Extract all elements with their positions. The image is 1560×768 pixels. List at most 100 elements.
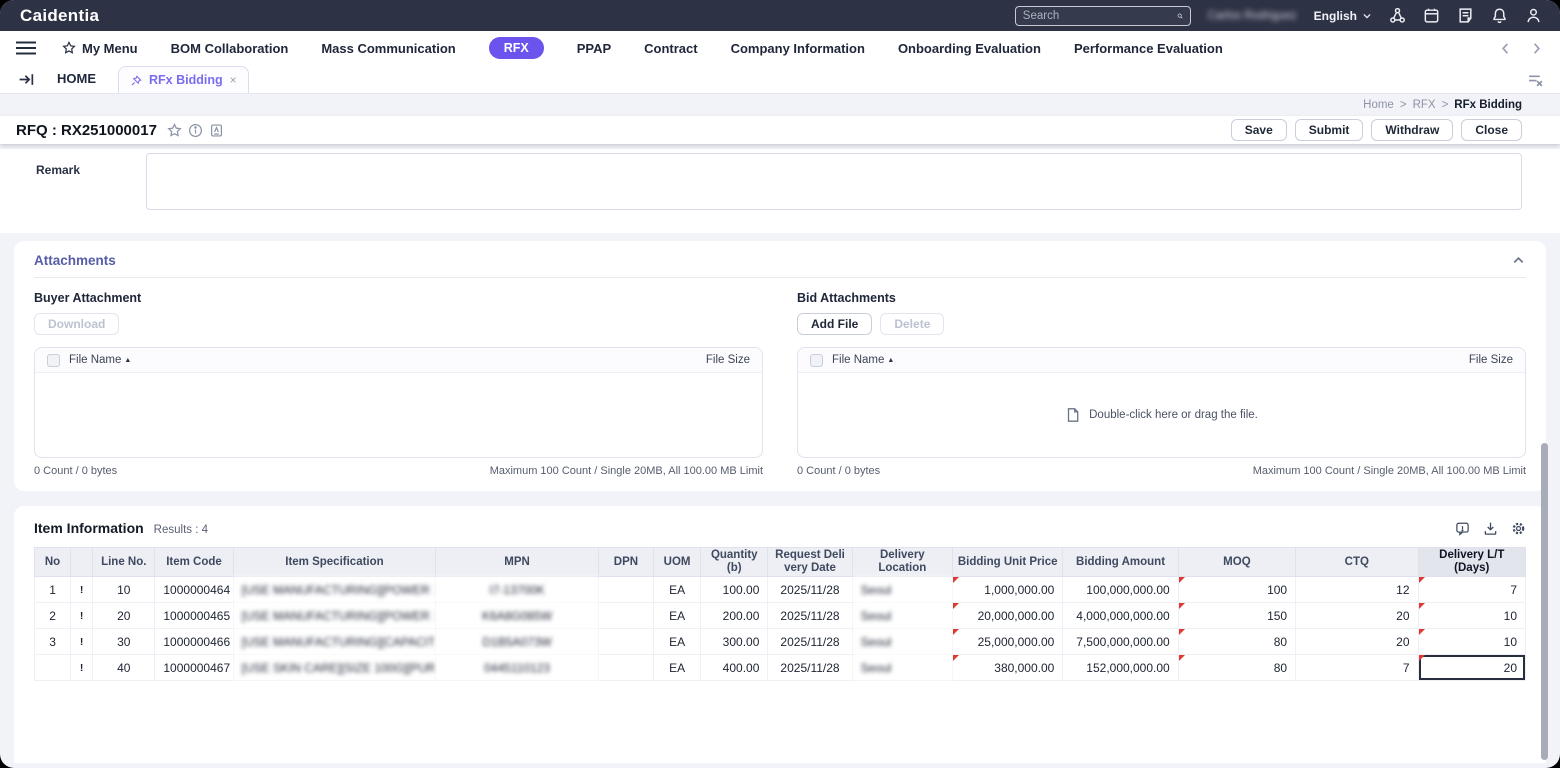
collapse-chevron-up-icon[interactable] — [1511, 253, 1526, 268]
tab-close-icon[interactable]: × — [230, 74, 237, 86]
menu-item-bom-collaboration[interactable]: BOM Collaboration — [171, 41, 289, 56]
cell-delivery-location[interactable]: Seoul — [851, 654, 953, 682]
cell-delivery-lt[interactable]: 10 — [1417, 602, 1527, 630]
submit-button[interactable]: Submit — [1294, 119, 1364, 141]
breadcrumb-home[interactable]: Home — [1363, 99, 1394, 111]
hamburger-menu-icon[interactable] — [16, 41, 36, 55]
menu-item-onboarding-evaluation[interactable]: Onboarding Evaluation — [898, 41, 1041, 56]
cell-request-delivery-date[interactable]: 2025/11/28 — [767, 628, 853, 656]
cell-item-code[interactable]: 1000000466 — [154, 628, 234, 656]
cell-dpn[interactable] — [597, 602, 655, 630]
cell-quantity[interactable]: 200.00 — [700, 602, 769, 630]
cell-request-delivery-date[interactable]: 2025/11/28 — [767, 654, 853, 682]
language-selector[interactable]: English — [1314, 9, 1372, 23]
file-size-header[interactable]: File Size — [1469, 354, 1513, 366]
cell-no[interactable]: 1 — [33, 576, 72, 604]
user-icon[interactable] — [1525, 7, 1542, 24]
col-item-specification[interactable]: Item Specification — [232, 546, 437, 578]
table-row[interactable]: 2 ! 20 1000000465 [USE MANUFACTURING][PO… — [33, 602, 1527, 630]
cell-mpn[interactable]: K6A8G085W — [435, 602, 599, 630]
col-uom[interactable]: UOM — [652, 546, 702, 578]
cell-uom[interactable]: EA — [652, 602, 702, 630]
cell-quantity[interactable]: 400.00 — [700, 654, 769, 682]
cell-no[interactable]: 3 — [33, 628, 72, 656]
sort-ascending-icon[interactable]: ▲ — [887, 357, 894, 364]
col-ctq[interactable]: CTQ — [1295, 546, 1419, 578]
menu-item-performance-evaluation[interactable]: Performance Evaluation — [1074, 41, 1223, 56]
breadcrumb-rfx[interactable]: RFX — [1413, 99, 1436, 111]
cell-delivery-location[interactable]: Seoul — [851, 576, 953, 604]
cell-moq[interactable]: 80 — [1177, 628, 1297, 656]
cell-quantity[interactable]: 300.00 — [700, 628, 769, 656]
withdraw-button[interactable]: Withdraw — [1371, 119, 1454, 141]
col-request-delivery-date[interactable]: Request Delivery Date — [767, 546, 853, 578]
vertical-scrollbar-thumb[interactable] — [1541, 443, 1548, 760]
search-input[interactable] — [1022, 9, 1177, 22]
notes-icon[interactable] — [1457, 7, 1474, 24]
comment-info-icon[interactable] — [1455, 521, 1470, 536]
tab-rfx-bidding[interactable]: RFx Bidding × — [118, 66, 249, 93]
sort-ascending-icon[interactable]: ▲ — [124, 357, 131, 364]
cell-mpn[interactable]: D1B5A073W — [435, 628, 599, 656]
cell-item-code[interactable]: 1000000465 — [154, 602, 234, 630]
id-badge-icon[interactable] — [209, 123, 224, 138]
add-file-button[interactable]: Add File — [797, 313, 873, 335]
cell-dpn[interactable] — [597, 628, 655, 656]
col-bidding-amount[interactable]: Bidding Amount — [1062, 546, 1179, 578]
cell-ctq[interactable]: 20 — [1295, 628, 1419, 656]
cell-quantity[interactable]: 100.00 — [700, 576, 769, 604]
cell-line-no[interactable]: 20 — [92, 602, 156, 630]
selected-row-indicator[interactable] — [33, 654, 72, 682]
cell-uom[interactable]: EA — [652, 576, 702, 604]
cell-delivery-lt[interactable]: 10 — [1417, 628, 1527, 656]
table-row-selected[interactable]: ! 40 1000000467 [USE SKIN CARE][SIZE 100… — [33, 654, 1527, 682]
cell-bidding-unit-price[interactable]: 20,000,000.00 — [951, 602, 1064, 630]
col-item-code[interactable]: Item Code — [154, 546, 234, 578]
org-chart-icon[interactable] — [1389, 7, 1406, 24]
bell-icon[interactable] — [1491, 7, 1508, 24]
col-dpn[interactable]: DPN — [597, 546, 655, 578]
col-no[interactable]: No — [33, 546, 72, 578]
file-size-header[interactable]: File Size — [706, 354, 750, 366]
cell-bidding-unit-price[interactable]: 25,000,000.00 — [951, 628, 1064, 656]
collapse-sidebar-icon[interactable] — [18, 71, 35, 88]
cell-item-code[interactable]: 1000000467 — [154, 654, 234, 682]
col-delivery-location[interactable]: Delivery Location — [851, 546, 953, 578]
cell-request-delivery-date[interactable]: 2025/11/28 — [767, 602, 853, 630]
col-mpn[interactable]: MPN — [435, 546, 599, 578]
col-bidding-unit-price[interactable]: Bidding Unit Price — [951, 546, 1064, 578]
pin-icon[interactable] — [130, 74, 142, 86]
cell-moq[interactable]: 100 — [1177, 576, 1297, 604]
info-circle-icon[interactable] — [188, 123, 203, 138]
menu-scroll-right-icon[interactable] — [1529, 41, 1544, 56]
cell-bidding-unit-price[interactable]: 380,000.00 — [951, 654, 1064, 682]
save-button[interactable]: Save — [1230, 119, 1287, 141]
cell-mpn[interactable]: 0445110123 — [435, 654, 599, 682]
cell-item-spec[interactable]: [USE MANUFACTURING][CAPACITY 5KG — [232, 628, 437, 656]
cell-moq[interactable]: 80 — [1177, 654, 1297, 682]
close-all-tabs-icon[interactable] — [1527, 71, 1544, 88]
search-icon[interactable] — [1177, 9, 1183, 23]
menu-item-my-menu[interactable]: My Menu — [62, 41, 138, 56]
cell-bidding-amount[interactable]: 4,000,000,000.00 — [1062, 602, 1179, 630]
col-delivery-lt-days[interactable]: Delivery L/T (Days) — [1417, 546, 1527, 578]
file-name-header[interactable]: File Name — [832, 354, 884, 366]
cell-uom[interactable]: EA — [652, 654, 702, 682]
file-name-header[interactable]: File Name — [69, 354, 121, 366]
cell-mpn[interactable]: I7-13700K — [435, 576, 599, 604]
cell-delivery-location[interactable]: Seoul — [851, 602, 953, 630]
col-quantity[interactable]: Quantity (b) — [700, 546, 769, 578]
cell-item-code[interactable]: 1000000464 — [154, 576, 234, 604]
close-button[interactable]: Close — [1461, 119, 1522, 141]
delete-button[interactable]: Delete — [880, 313, 945, 335]
cell-dpn[interactable] — [597, 576, 655, 604]
table-row[interactable]: 1 ! 10 1000000464 [USE MANUFACTURING][PO… — [33, 576, 1527, 604]
cell-ctq[interactable]: 12 — [1295, 576, 1419, 604]
tab-home[interactable]: HOME — [57, 71, 110, 93]
download-icon[interactable] — [1483, 521, 1498, 536]
cell-no[interactable]: 2 — [33, 602, 72, 630]
calendar-icon[interactable] — [1423, 7, 1440, 24]
cell-line-no[interactable]: 30 — [92, 628, 156, 656]
table-row[interactable]: 3 ! 30 1000000466 [USE MANUFACTURING][CA… — [33, 628, 1527, 656]
global-search[interactable] — [1014, 5, 1191, 26]
